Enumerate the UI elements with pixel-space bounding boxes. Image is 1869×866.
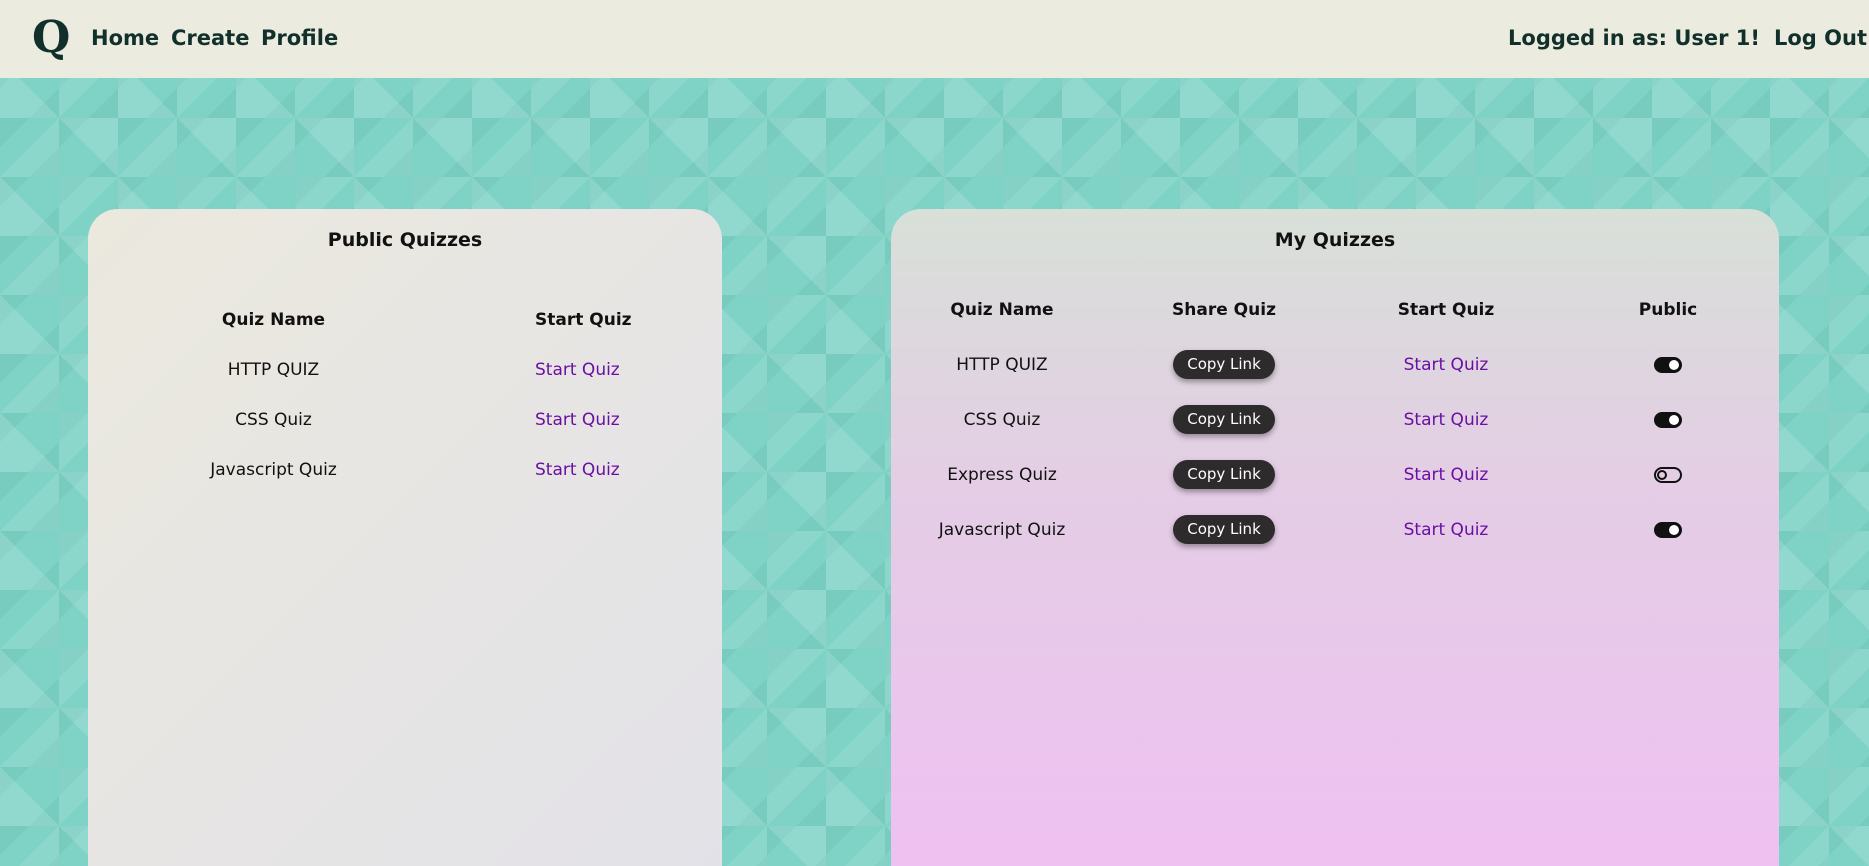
toggle-knob xyxy=(1669,359,1679,370)
public-cell xyxy=(1557,502,1779,557)
share-cell: Copy Link xyxy=(1113,337,1335,392)
table-row: Javascript Quiz Start Quiz xyxy=(88,445,722,495)
toggle-knob xyxy=(1657,469,1667,480)
public-toggle[interactable] xyxy=(1654,356,1682,373)
copy-link-button[interactable]: Copy Link xyxy=(1173,350,1275,379)
start-quiz-cell: Start Quiz xyxy=(459,395,722,445)
column-header-share-quiz: Share Quiz xyxy=(1172,300,1276,320)
toggle-knob xyxy=(1669,524,1679,535)
nav-profile-link[interactable]: Profile xyxy=(261,24,338,52)
public-cell xyxy=(1557,447,1779,502)
column-header-start-quiz: Start Quiz xyxy=(1397,300,1495,320)
copy-link-button[interactable]: Copy Link xyxy=(1173,405,1275,434)
nav-create-link[interactable]: Create xyxy=(171,24,249,52)
quiz-name-cell: Express Quiz xyxy=(947,464,1057,485)
nav-home-link[interactable]: Home xyxy=(91,24,159,52)
start-quiz-cell: Start Quiz xyxy=(459,445,722,495)
start-quiz-link[interactable]: Start Quiz xyxy=(535,410,620,430)
logout-link[interactable]: Log Out xyxy=(1774,26,1867,50)
share-cell: Copy Link xyxy=(1113,392,1335,447)
my-quizzes-table: Quiz Name Share Quiz Start Quiz Public H… xyxy=(891,283,1779,557)
table-row: CSS Quiz Start Quiz xyxy=(88,395,722,445)
start-quiz-link[interactable]: Start Quiz xyxy=(535,460,620,480)
public-quizzes-panel: Public Quizzes Quiz Name Start Quiz HTTP… xyxy=(88,209,722,866)
public-toggle[interactable] xyxy=(1654,466,1682,483)
user-area: Logged in as: User 1! Log Out xyxy=(1347,24,1867,52)
table-row: HTTP QUIZ Start Quiz xyxy=(88,345,722,395)
logo[interactable]: Q xyxy=(32,10,70,66)
quiz-name-cell: HTTP QUIZ xyxy=(227,360,320,380)
top-navbar: Q Home Create Profile Logged in as: User… xyxy=(0,0,1869,78)
quiz-name-cell: Javascript Quiz xyxy=(938,519,1066,540)
start-quiz-link[interactable]: Start Quiz xyxy=(535,360,620,380)
share-cell: Copy Link xyxy=(1113,502,1335,557)
toggle-knob xyxy=(1669,414,1679,425)
table-row: Javascript Quiz Copy Link Start Quiz xyxy=(891,502,1779,557)
quiz-name-cell: Javascript Quiz xyxy=(210,460,337,480)
public-toggle[interactable] xyxy=(1654,411,1682,428)
start-quiz-link[interactable]: Start Quiz xyxy=(1404,410,1489,430)
copy-link-button[interactable]: Copy Link xyxy=(1173,460,1275,489)
table-row: Express Quiz Copy Link Start Quiz xyxy=(891,447,1779,502)
public-toggle[interactable] xyxy=(1654,521,1682,538)
start-quiz-cell: Start Quiz xyxy=(1335,337,1557,392)
quiz-name-cell: CSS Quiz xyxy=(235,410,312,430)
my-quizzes-panel: My Quizzes Quiz Name Share Quiz Start Qu… xyxy=(891,209,1779,866)
share-cell: Copy Link xyxy=(1113,447,1335,502)
start-quiz-link[interactable]: Start Quiz xyxy=(1404,355,1489,375)
public-cell xyxy=(1557,392,1779,447)
start-quiz-cell: Start Quiz xyxy=(1335,502,1557,557)
start-quiz-link[interactable]: Start Quiz xyxy=(1404,465,1489,485)
logged-in-status: Logged in as: User 1! xyxy=(1508,26,1760,50)
start-quiz-link[interactable]: Start Quiz xyxy=(1404,520,1489,540)
start-quiz-cell: Start Quiz xyxy=(1335,447,1557,502)
copy-link-button[interactable]: Copy Link xyxy=(1173,515,1275,544)
start-quiz-cell: Start Quiz xyxy=(1335,392,1557,447)
quiz-name-cell: HTTP QUIZ xyxy=(956,354,1048,375)
quiz-name-cell: CSS Quiz xyxy=(963,409,1041,430)
public-quizzes-table: Quiz Name Start Quiz HTTP QUIZ Start Qui… xyxy=(88,295,722,495)
column-header-public: Public xyxy=(1638,300,1698,320)
column-header-start-quiz: Start Quiz xyxy=(535,310,632,330)
table-row: HTTP QUIZ Copy Link Start Quiz xyxy=(891,337,1779,392)
table-header-row: Quiz Name Share Quiz Start Quiz Public xyxy=(891,283,1779,337)
start-quiz-cell: Start Quiz xyxy=(459,345,722,395)
public-quizzes-title: Public Quizzes xyxy=(327,229,483,251)
column-header-quiz-name: Quiz Name xyxy=(221,310,326,330)
my-quizzes-title: My Quizzes xyxy=(1274,229,1396,251)
table-header-row: Quiz Name Start Quiz xyxy=(88,295,722,345)
column-header-quiz-name: Quiz Name xyxy=(950,300,1054,320)
public-cell xyxy=(1557,337,1779,392)
table-row: CSS Quiz Copy Link Start Quiz xyxy=(891,392,1779,447)
